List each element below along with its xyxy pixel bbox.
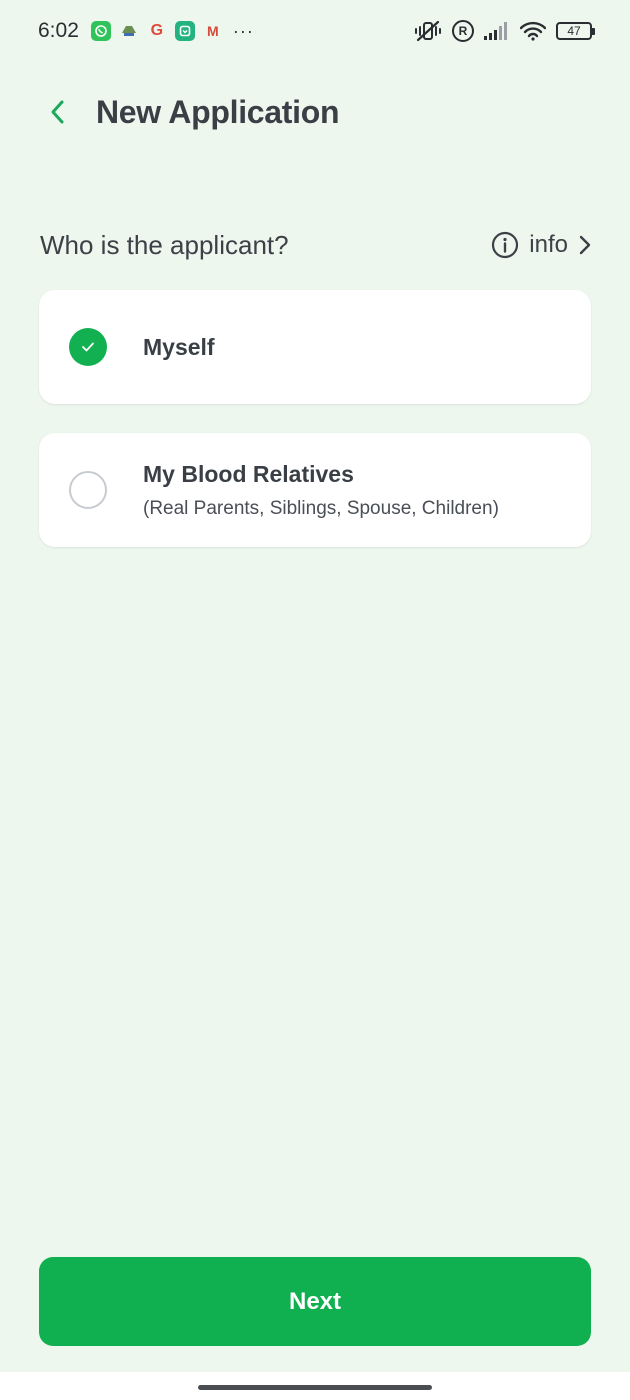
option-myself[interactable]: Myself <box>39 290 591 404</box>
gmail-icon: M <box>207 23 219 39</box>
info-icon <box>492 231 519 259</box>
option-title: My Blood Relatives <box>143 460 354 487</box>
option-texts: My Blood Relatives (Real Parents, Siblin… <box>143 461 499 520</box>
status-time: 6:02 <box>38 19 79 42</box>
status-bar: 6:02 G M ··· R 47 <box>0 0 630 62</box>
back-button[interactable] <box>42 92 72 132</box>
next-label: Next <box>288 1287 342 1315</box>
drive-icon <box>119 21 139 41</box>
battery-icon: 47 <box>556 22 595 40</box>
radio-checked[interactable] <box>69 328 107 366</box>
home-indicator[interactable] <box>198 1385 432 1390</box>
option-subtitle: (Real Parents, Siblings, Spouse, Childre… <box>143 497 499 519</box>
option-texts: Myself <box>143 334 215 361</box>
option-title: Myself <box>143 333 215 360</box>
info-label: info <box>529 231 568 258</box>
status-left: 6:02 G M ··· <box>38 19 254 43</box>
check-icon <box>82 342 94 352</box>
status-right: R 47 <box>414 20 595 42</box>
whatsapp-icon <box>90 21 111 41</box>
info-link[interactable]: info <box>491 231 592 259</box>
signal-icon <box>484 22 510 40</box>
chevron-left-icon <box>51 100 64 124</box>
question-text: Who is the applicant? <box>40 229 289 260</box>
next-button[interactable]: Next <box>39 1257 591 1346</box>
option-blood-relatives[interactable]: My Blood Relatives (Real Parents, Siblin… <box>39 433 591 547</box>
radio-unchecked[interactable] <box>69 471 107 509</box>
page-title: New Application <box>96 93 340 130</box>
wifi-icon <box>520 21 546 41</box>
mi-icon <box>174 21 195 41</box>
chevron-right-icon <box>579 235 591 255</box>
question-row: Who is the applicant? info <box>40 222 592 268</box>
more-notifications-icon: ··· <box>232 20 254 41</box>
app-header: New Application <box>0 80 630 144</box>
registered-icon: R <box>452 20 474 42</box>
google-icon: G <box>150 22 164 39</box>
vibrate-mute-icon <box>414 20 442 42</box>
